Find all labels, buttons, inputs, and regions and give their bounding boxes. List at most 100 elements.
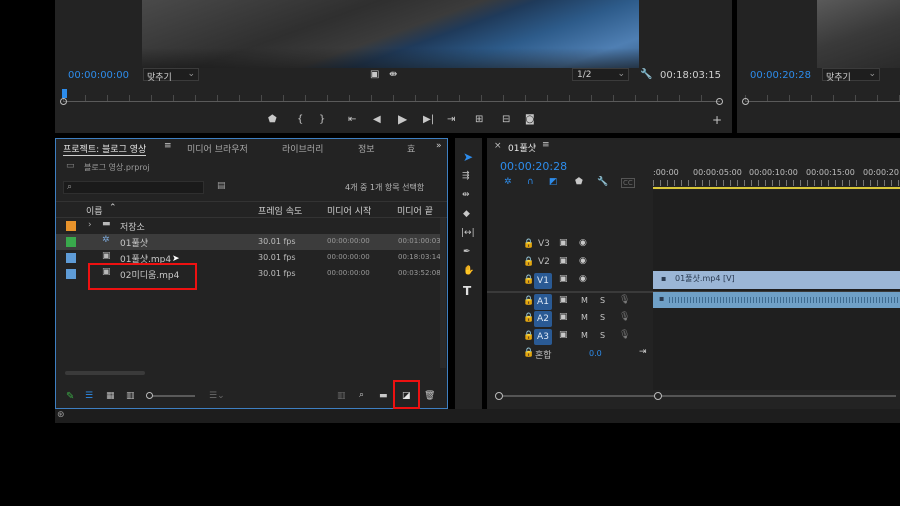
lock-icon[interactable]: 🔒 [523, 257, 534, 267]
eye-icon[interactable]: ◉ [579, 274, 587, 284]
program-scrubber[interactable] [60, 89, 723, 107]
tab-effects[interactable]: 효 [407, 142, 415, 155]
column-frame-rate[interactable]: 프레임 속도 [258, 204, 302, 217]
mute-button[interactable]: M [581, 296, 588, 305]
sequence-tab[interactable]: 01풀샷 [508, 141, 536, 154]
icon-view-icon[interactable]: ▦ [106, 391, 115, 401]
wrench-icon[interactable]: 🔧 [640, 70, 652, 80]
sync-lock-icon[interactable]: ▣ [559, 330, 568, 340]
mix-value[interactable]: 0.0 [589, 349, 602, 358]
column-name[interactable]: 이름 [86, 204, 103, 217]
search-input[interactable]: ⌕ [63, 181, 204, 194]
track-target-a1[interactable]: A1 [534, 294, 552, 310]
track-target-a2[interactable]: A2 [534, 311, 552, 327]
playhead-marker[interactable] [62, 89, 67, 98]
tab-media-browser[interactable]: 미디어 브라우저 [187, 142, 248, 155]
eye-icon[interactable]: ◉ [579, 238, 587, 248]
slip-tool-icon[interactable]: |↔| [461, 228, 475, 238]
add-marker-icon[interactable]: ⬟ [575, 177, 583, 187]
solo-button[interactable]: S [600, 313, 605, 322]
extract-icon[interactable]: ⊟ [502, 115, 510, 125]
creative-cloud-icon[interactable]: ⊛ [57, 410, 65, 420]
pen-write-icon[interactable]: ✎ [66, 391, 74, 402]
source-scrubber[interactable] [742, 95, 900, 107]
selection-tool-icon[interactable]: ➤ [463, 150, 473, 164]
time-ruler[interactable]: :00:00 00:00:05:00 00:00:10:00 00:00:15:… [653, 166, 900, 189]
track-a2[interactable]: 🔒 A2 ▣ M S 🎙 [487, 310, 899, 328]
lock-icon[interactable]: 🔒 [523, 275, 534, 285]
eye-icon[interactable]: ◉ [579, 256, 587, 266]
insert-edit-icon[interactable]: ⇼ [389, 70, 397, 80]
microphone-icon[interactable]: 🎙 [619, 312, 630, 322]
horizontal-scrollbar[interactable] [65, 371, 145, 375]
timeline-timecode[interactable]: 00:00:20:28 [500, 160, 567, 173]
mute-button[interactable]: M [581, 313, 588, 322]
tab-project[interactable]: 프로젝트: 블로그 영상 [63, 142, 147, 156]
snap-icon[interactable]: ∩ [527, 177, 534, 187]
mute-button[interactable]: M [581, 331, 588, 340]
sync-lock-icon[interactable]: ▣ [559, 238, 568, 248]
go-to-in-icon[interactable]: ⇤ [348, 115, 356, 125]
tab-libraries[interactable]: 라이브러리 [282, 142, 323, 155]
lock-icon[interactable]: 🔒 [523, 239, 534, 249]
track-select-tool-icon[interactable]: ⇶ [462, 171, 470, 181]
list-item[interactable]: › ▬ 저장소 [56, 218, 447, 234]
export-frame-icon[interactable]: ◙ [525, 115, 535, 125]
play-icon[interactable]: ▶ [398, 113, 407, 125]
find-icon[interactable]: ⌕ [359, 390, 364, 400]
settings-small-icon[interactable]: ▣ [370, 70, 379, 80]
solo-button[interactable]: S [600, 296, 605, 305]
mark-out-icon[interactable]: } [319, 115, 325, 125]
razor-tool-icon[interactable]: ◆ [463, 209, 470, 219]
list-item[interactable]: ✲ 01풀샷 30.01 fps 00:00:00:00 00:01:00:03 [56, 234, 441, 250]
label-color-swatch[interactable] [66, 237, 76, 247]
lock-icon[interactable]: 🔒 [523, 296, 534, 306]
panel-menu-icon[interactable]: ≡ [542, 140, 550, 150]
solo-button[interactable]: S [600, 331, 605, 340]
microphone-icon[interactable]: 🎙 [619, 330, 630, 340]
track-mix[interactable]: 🔒 혼합 0.0 ⇥ [487, 345, 899, 363]
more-tabs-icon[interactable]: » [436, 141, 442, 151]
label-color-swatch[interactable] [66, 221, 76, 231]
program-timecode[interactable]: 00:00:00:00 [68, 70, 129, 81]
timeline-settings-icon[interactable]: 🔧 [597, 177, 608, 187]
list-view-icon[interactable]: ☰ [85, 391, 93, 401]
lock-icon[interactable]: 🔒 [523, 313, 534, 323]
type-tool-icon[interactable]: T [463, 284, 471, 298]
column-media-end[interactable]: 미디어 끝 [397, 204, 437, 217]
panel-menu-icon[interactable]: ≡ [164, 141, 172, 151]
close-tab-icon[interactable]: × [494, 141, 502, 151]
pen-tool-icon[interactable]: ✒ [463, 247, 471, 257]
clear-icon[interactable]: 🗑 [424, 391, 435, 401]
audio-clip[interactable]: ▪ [653, 292, 900, 308]
lift-icon[interactable]: ⊞ [475, 115, 483, 125]
step-back-icon[interactable]: ◀ [373, 115, 381, 125]
zoom-slider[interactable] [146, 392, 195, 399]
track-a3[interactable]: 🔒 A3 ▣ M S 🎙 [487, 328, 899, 346]
video-clip[interactable]: ▪ 01풀샷.mp4 [V] [653, 271, 900, 289]
mark-in-icon[interactable]: { [297, 115, 303, 125]
label-color-swatch[interactable] [66, 269, 76, 279]
expand-arrow-icon[interactable]: › [88, 220, 92, 230]
fit-dropdown[interactable]: 맞추기 ⌄ [143, 68, 199, 83]
track-target-v1[interactable]: V1 [534, 273, 552, 289]
add-marker-icon[interactable]: ⬟ [268, 115, 277, 125]
step-forward-icon[interactable]: ▶| [423, 115, 434, 125]
track-target-a3[interactable]: A3 [534, 329, 552, 345]
sort-icons-icon[interactable]: ☰⌄ [209, 391, 225, 401]
sync-lock-icon[interactable]: ▣ [559, 312, 568, 322]
new-bin-icon[interactable]: ▬ [379, 391, 388, 401]
sync-lock-icon[interactable]: ▣ [559, 295, 568, 305]
lock-icon[interactable]: 🔒 [523, 348, 534, 358]
microphone-icon[interactable]: 🎙 [619, 295, 630, 305]
ripple-edit-tool-icon[interactable]: ⇹ [462, 190, 470, 200]
track-v3[interactable]: 🔒 V3 ▣ ◉ [487, 236, 899, 254]
source-fit-dropdown[interactable]: 맞추기 ⌄ [822, 68, 880, 83]
automate-to-sequence-icon[interactable]: ▥ [337, 391, 346, 401]
nest-icon[interactable]: ✲ [504, 177, 512, 187]
add-button-icon[interactable]: + [712, 114, 722, 126]
hand-tool-icon[interactable]: ✋ [463, 266, 474, 276]
sync-lock-icon[interactable]: ▣ [559, 274, 568, 284]
freeform-view-icon[interactable]: ▥ [126, 391, 135, 401]
lock-icon[interactable]: 🔒 [523, 331, 534, 341]
